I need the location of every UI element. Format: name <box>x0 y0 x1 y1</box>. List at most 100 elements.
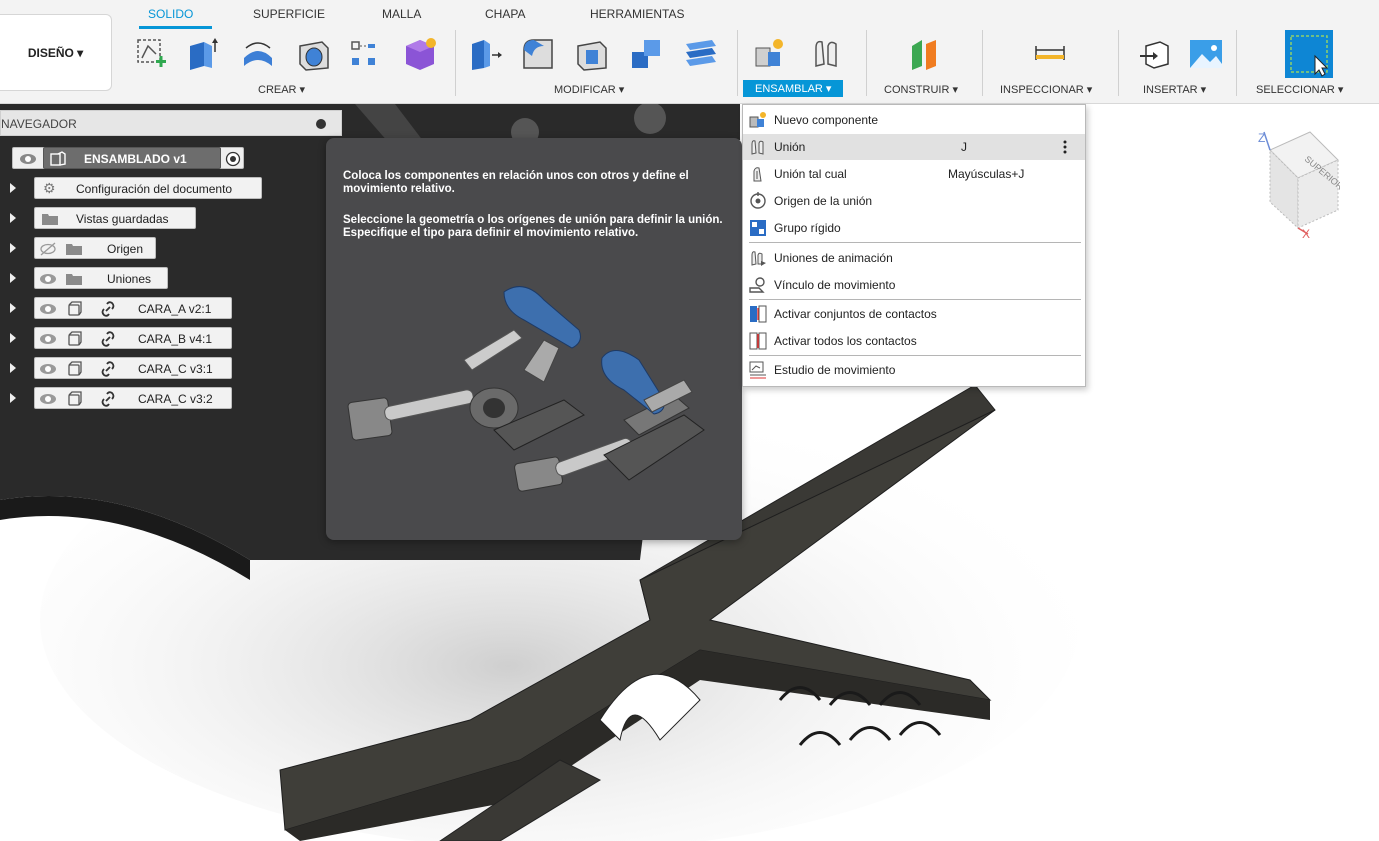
link-icon <box>101 391 115 407</box>
more-options-icon[interactable] <box>1063 140 1067 154</box>
menu-item-joint[interactable]: Unión J <box>743 134 1085 160</box>
menu-separator <box>749 242 1081 243</box>
rigid-group-icon <box>750 220 766 236</box>
tab-malla[interactable]: MALLA <box>382 7 421 21</box>
group-modificar[interactable]: MODIFICAR ▾ <box>554 83 624 96</box>
root-node[interactable]: ENSAMBLADO v1 <box>12 147 244 169</box>
menu-item-label: Activar conjuntos de contactos <box>774 307 937 321</box>
measure-icon[interactable] <box>1032 36 1068 72</box>
eye-icon[interactable] <box>19 152 37 166</box>
joint-icon[interactable] <box>808 36 844 72</box>
nav-item-doc-settings[interactable]: ⚙ Configuración del documento <box>34 177 262 199</box>
offset-plane-icon[interactable] <box>906 36 942 72</box>
menu-item-label: Vínculo de movimiento <box>774 278 896 292</box>
group-construir[interactable]: CONSTRUIR ▾ <box>884 83 958 96</box>
tab-solido[interactable]: SOLIDO <box>148 7 193 21</box>
press-pull-icon[interactable] <box>468 36 504 72</box>
nav-item-label: Configuración del documento <box>76 182 233 196</box>
eye-icon[interactable] <box>39 302 57 316</box>
component-icon <box>68 331 82 346</box>
insert-derive-icon[interactable] <box>1138 36 1174 72</box>
expand-arrow-icon[interactable] <box>10 333 16 343</box>
eye-icon[interactable] <box>39 332 57 346</box>
tooltip-illustration <box>347 286 705 492</box>
expand-arrow-icon[interactable] <box>10 213 16 223</box>
new-component-icon[interactable] <box>752 36 788 72</box>
pattern-icon[interactable] <box>346 36 382 72</box>
hole-icon[interactable] <box>296 36 332 72</box>
menu-item-new-component[interactable]: Nuevo componente <box>743 107 1085 133</box>
eye-icon[interactable] <box>39 272 57 286</box>
toolbar-separator <box>1236 30 1237 96</box>
active-tab-underline <box>139 26 212 29</box>
link-icon <box>101 301 115 317</box>
menu-item-label: Estudio de movimiento <box>774 363 896 377</box>
gear-icon: ⚙ <box>43 180 56 196</box>
tab-herramientas[interactable]: HERRAMIENTAS <box>590 7 684 21</box>
component-icon <box>68 391 82 406</box>
revolve-icon[interactable] <box>240 36 276 72</box>
nav-item-cara-b[interactable]: CARA_B v4:1 <box>34 327 232 349</box>
nav-item-cara-c-1[interactable]: CARA_C v3:1 <box>34 357 232 379</box>
combine-icon[interactable] <box>628 36 664 72</box>
split-body-icon[interactable] <box>682 36 718 72</box>
eye-icon[interactable] <box>39 392 57 406</box>
menu-item-drive-joints[interactable]: Uniones de animación <box>743 245 1085 271</box>
navigator-header: NAVEGADOR <box>0 110 342 136</box>
toolbar-separator <box>1118 30 1119 96</box>
expand-arrow-icon[interactable] <box>10 303 16 313</box>
eye-icon[interactable] <box>39 362 57 376</box>
menu-item-rigid-group[interactable]: Grupo rígido <box>743 215 1085 241</box>
canvas-image-icon[interactable] <box>1188 36 1224 72</box>
root-label: ENSAMBLADO v1 <box>84 152 187 166</box>
group-insertar[interactable]: INSERTAR ▾ <box>1143 83 1206 96</box>
nav-item-cara-c-2[interactable]: CARA_C v3:2 <box>34 387 232 409</box>
link-icon <box>101 331 115 347</box>
expand-arrow-icon[interactable] <box>10 393 16 403</box>
new-body-icon[interactable] <box>402 36 438 72</box>
navigator-title: NAVEGADOR <box>1 117 77 131</box>
menu-item-contact-sets[interactable]: Activar conjuntos de contactos <box>743 301 1085 327</box>
expand-arrow-icon[interactable] <box>10 183 16 193</box>
nav-item-origin[interactable]: Origen <box>34 237 156 259</box>
select-icon[interactable] <box>1285 30 1333 78</box>
nav-item-joints[interactable]: Uniones <box>34 267 168 289</box>
shell-icon[interactable] <box>574 36 610 72</box>
folder-icon <box>66 274 82 285</box>
expand-arrow-icon[interactable] <box>10 243 16 253</box>
design-workspace-button[interactable]: DISEÑO ▾ <box>0 14 112 91</box>
fillet-icon[interactable] <box>520 36 556 72</box>
nav-item-label: Origen <box>107 242 144 256</box>
toolbar-separator <box>737 30 738 96</box>
extrude-icon[interactable] <box>184 36 220 72</box>
create-sketch-icon[interactable] <box>134 36 170 72</box>
menu-item-joint-origin[interactable]: Origen de la unión <box>743 188 1085 214</box>
tab-chapa[interactable]: CHAPA <box>485 7 525 21</box>
menu-item-all-contacts[interactable]: Activar todos los contactos <box>743 328 1085 354</box>
menu-item-label: Unión tal cual <box>774 167 847 181</box>
assembly-icon <box>50 151 66 166</box>
nav-item-cara-a[interactable]: CARA_A v2:1 <box>34 297 232 319</box>
nav-item-saved-views[interactable]: Vistas guardadas <box>34 207 196 229</box>
menu-item-as-built-joint[interactable]: Unión tal cual Mayúsculas+J <box>743 161 1085 187</box>
all-contacts-icon <box>749 332 767 350</box>
expand-arrow-icon[interactable] <box>10 273 16 283</box>
folder-icon <box>66 244 82 255</box>
navigator-collapse-icon[interactable] <box>316 119 326 129</box>
activate-radio-icon[interactable] <box>225 151 241 167</box>
eye-hidden-icon[interactable] <box>39 242 57 256</box>
tooltip-description: Coloca los componentes en relación unos … <box>343 170 689 195</box>
motion-study-icon <box>749 361 766 379</box>
toolbar-separator <box>866 30 867 96</box>
menu-item-motion-link[interactable]: Vínculo de movimiento <box>743 272 1085 298</box>
view-cube[interactable]: SUPERIOR Z X <box>1250 130 1340 240</box>
group-seleccionar[interactable]: SELECCIONAR ▾ <box>1256 83 1343 96</box>
tab-superficie[interactable]: SUPERFICIE <box>253 7 325 21</box>
menu-item-motion-study[interactable]: Estudio de movimiento <box>743 357 1085 383</box>
x-axis-label: X <box>1302 227 1310 240</box>
group-crear[interactable]: CREAR ▾ <box>258 83 305 96</box>
link-icon <box>101 361 115 377</box>
group-ensamblar[interactable]: ENSAMBLAR ▾ <box>743 80 844 97</box>
expand-arrow-icon[interactable] <box>10 363 16 373</box>
group-inspeccionar[interactable]: INSPECCIONAR ▾ <box>1000 83 1092 96</box>
